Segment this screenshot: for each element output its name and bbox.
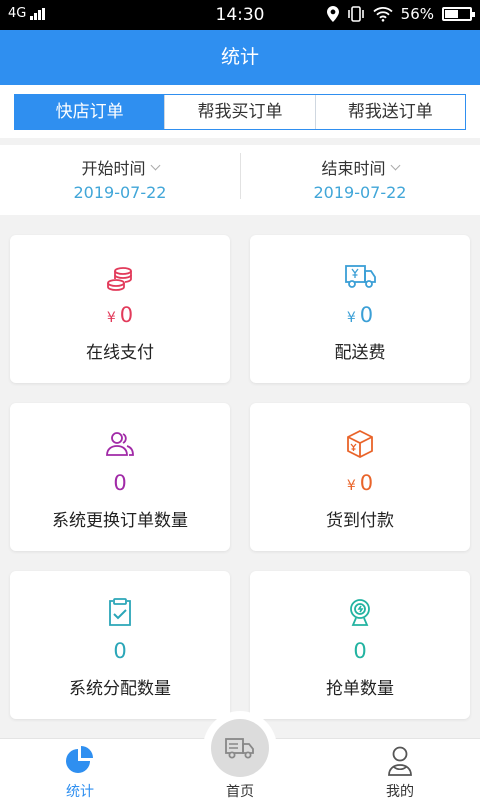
- stat-value-row: ¥0: [250, 471, 470, 495]
- start-date-label-row: 开始时间: [0, 155, 240, 179]
- truck-icon: [225, 738, 254, 759]
- currency-symbol: ¥: [346, 310, 356, 326]
- end-date-label-row: 结束时间: [240, 155, 480, 179]
- profile-icon: [388, 746, 412, 776]
- order-type-tabs: 快店订单 帮我买订单 帮我送订单: [14, 94, 466, 130]
- stat-icon-wrap: [10, 261, 230, 291]
- order-type-tabs-container: 快店订单 帮我买订单 帮我送订单: [0, 85, 480, 138]
- nav-statistics[interactable]: 统计: [0, 739, 160, 800]
- chevron-down-icon: [150, 160, 160, 170]
- status-icons: 56%: [326, 5, 475, 23]
- stat-value-row: ¥0: [250, 303, 470, 327]
- nav-mine[interactable]: 我的: [320, 739, 480, 800]
- status-bar: 4G 14:30 56%: [0, 0, 480, 30]
- nav-icon-wrap: [320, 745, 480, 777]
- stat-value: 0: [119, 303, 134, 327]
- currency-symbol: ¥: [106, 310, 116, 326]
- stat-card-cash-on-delivery[interactable]: ¥0 货到付款: [250, 403, 470, 551]
- start-date-picker[interactable]: 开始时间 2019-07-22: [0, 145, 240, 215]
- vibrate-icon: [347, 6, 364, 22]
- stat-label: 在线支付: [86, 343, 154, 363]
- pie-chart-icon: [66, 746, 93, 773]
- stat-value: 0: [113, 639, 127, 663]
- stat-label: 系统分配数量: [69, 679, 171, 699]
- nav-label: 统计: [66, 784, 94, 800]
- end-date-label: 结束时间: [321, 159, 386, 178]
- stat-icon-wrap: [250, 261, 470, 291]
- grab-order-icon: [350, 599, 370, 626]
- tab-deliver-for-me-orders[interactable]: 帮我送订单: [314, 95, 465, 129]
- delivery-truck-icon: [345, 265, 376, 288]
- battery-percent: 56%: [400, 5, 434, 23]
- stat-label: 系统更换订单数量: [52, 511, 188, 531]
- stat-icon-wrap: [250, 597, 470, 627]
- location-icon: [326, 6, 339, 22]
- stat-value: 0: [359, 471, 374, 495]
- tab-buy-for-me-orders[interactable]: 帮我买订单: [164, 95, 315, 129]
- start-date-value: 2019-07-22: [73, 183, 167, 202]
- stat-label: 货到付款: [326, 511, 394, 531]
- chevron-down-icon: [390, 160, 400, 170]
- coins-icon: [107, 267, 132, 291]
- stat-card-grab-orders[interactable]: 0 抢单数量: [250, 571, 470, 719]
- stat-icon-wrap: [250, 429, 470, 459]
- stat-value-row: ¥0: [10, 303, 230, 327]
- stat-value: 0: [353, 639, 367, 663]
- cash-box-icon: [347, 429, 373, 459]
- home-button-inner: [211, 719, 269, 777]
- stat-icon-wrap: [10, 429, 230, 459]
- end-date-value: 2019-07-22: [313, 183, 407, 202]
- start-date-label: 开始时间: [81, 159, 146, 178]
- stat-value: 0: [113, 471, 127, 495]
- stat-value-row: 0: [10, 639, 230, 663]
- page-title: 统计: [0, 30, 480, 85]
- stat-label: 配送费: [334, 343, 386, 363]
- end-date-picker[interactable]: 结束时间 2019-07-22: [240, 145, 480, 215]
- stat-card-system-assigned[interactable]: 0 系统分配数量: [10, 571, 230, 719]
- date-range: 开始时间 2019-07-22 结束时间 2019-07-22: [0, 145, 480, 215]
- battery-icon: [442, 7, 475, 21]
- stat-icon-wrap: [10, 597, 230, 627]
- stat-card-system-reassigned[interactable]: 0 系统更换订单数量: [10, 403, 230, 551]
- nav-label: 我的: [386, 784, 414, 800]
- stat-card-delivery-fee[interactable]: ¥0 配送费: [250, 235, 470, 383]
- stat-value-row: 0: [250, 639, 470, 663]
- nav-icon-wrap: [0, 745, 160, 777]
- clipboard-check-icon: [109, 598, 131, 626]
- wifi-icon: [373, 7, 393, 22]
- users-swap-icon: [106, 432, 134, 456]
- home-button[interactable]: [203, 711, 277, 785]
- currency-symbol: ¥: [346, 478, 356, 494]
- stat-value: 0: [359, 303, 374, 327]
- stat-value-row: 0: [10, 471, 230, 495]
- stat-label: 抢单数量: [326, 679, 394, 699]
- stat-card-online-payment[interactable]: ¥0 在线支付: [10, 235, 230, 383]
- tab-shop-orders[interactable]: 快店订单: [15, 95, 165, 129]
